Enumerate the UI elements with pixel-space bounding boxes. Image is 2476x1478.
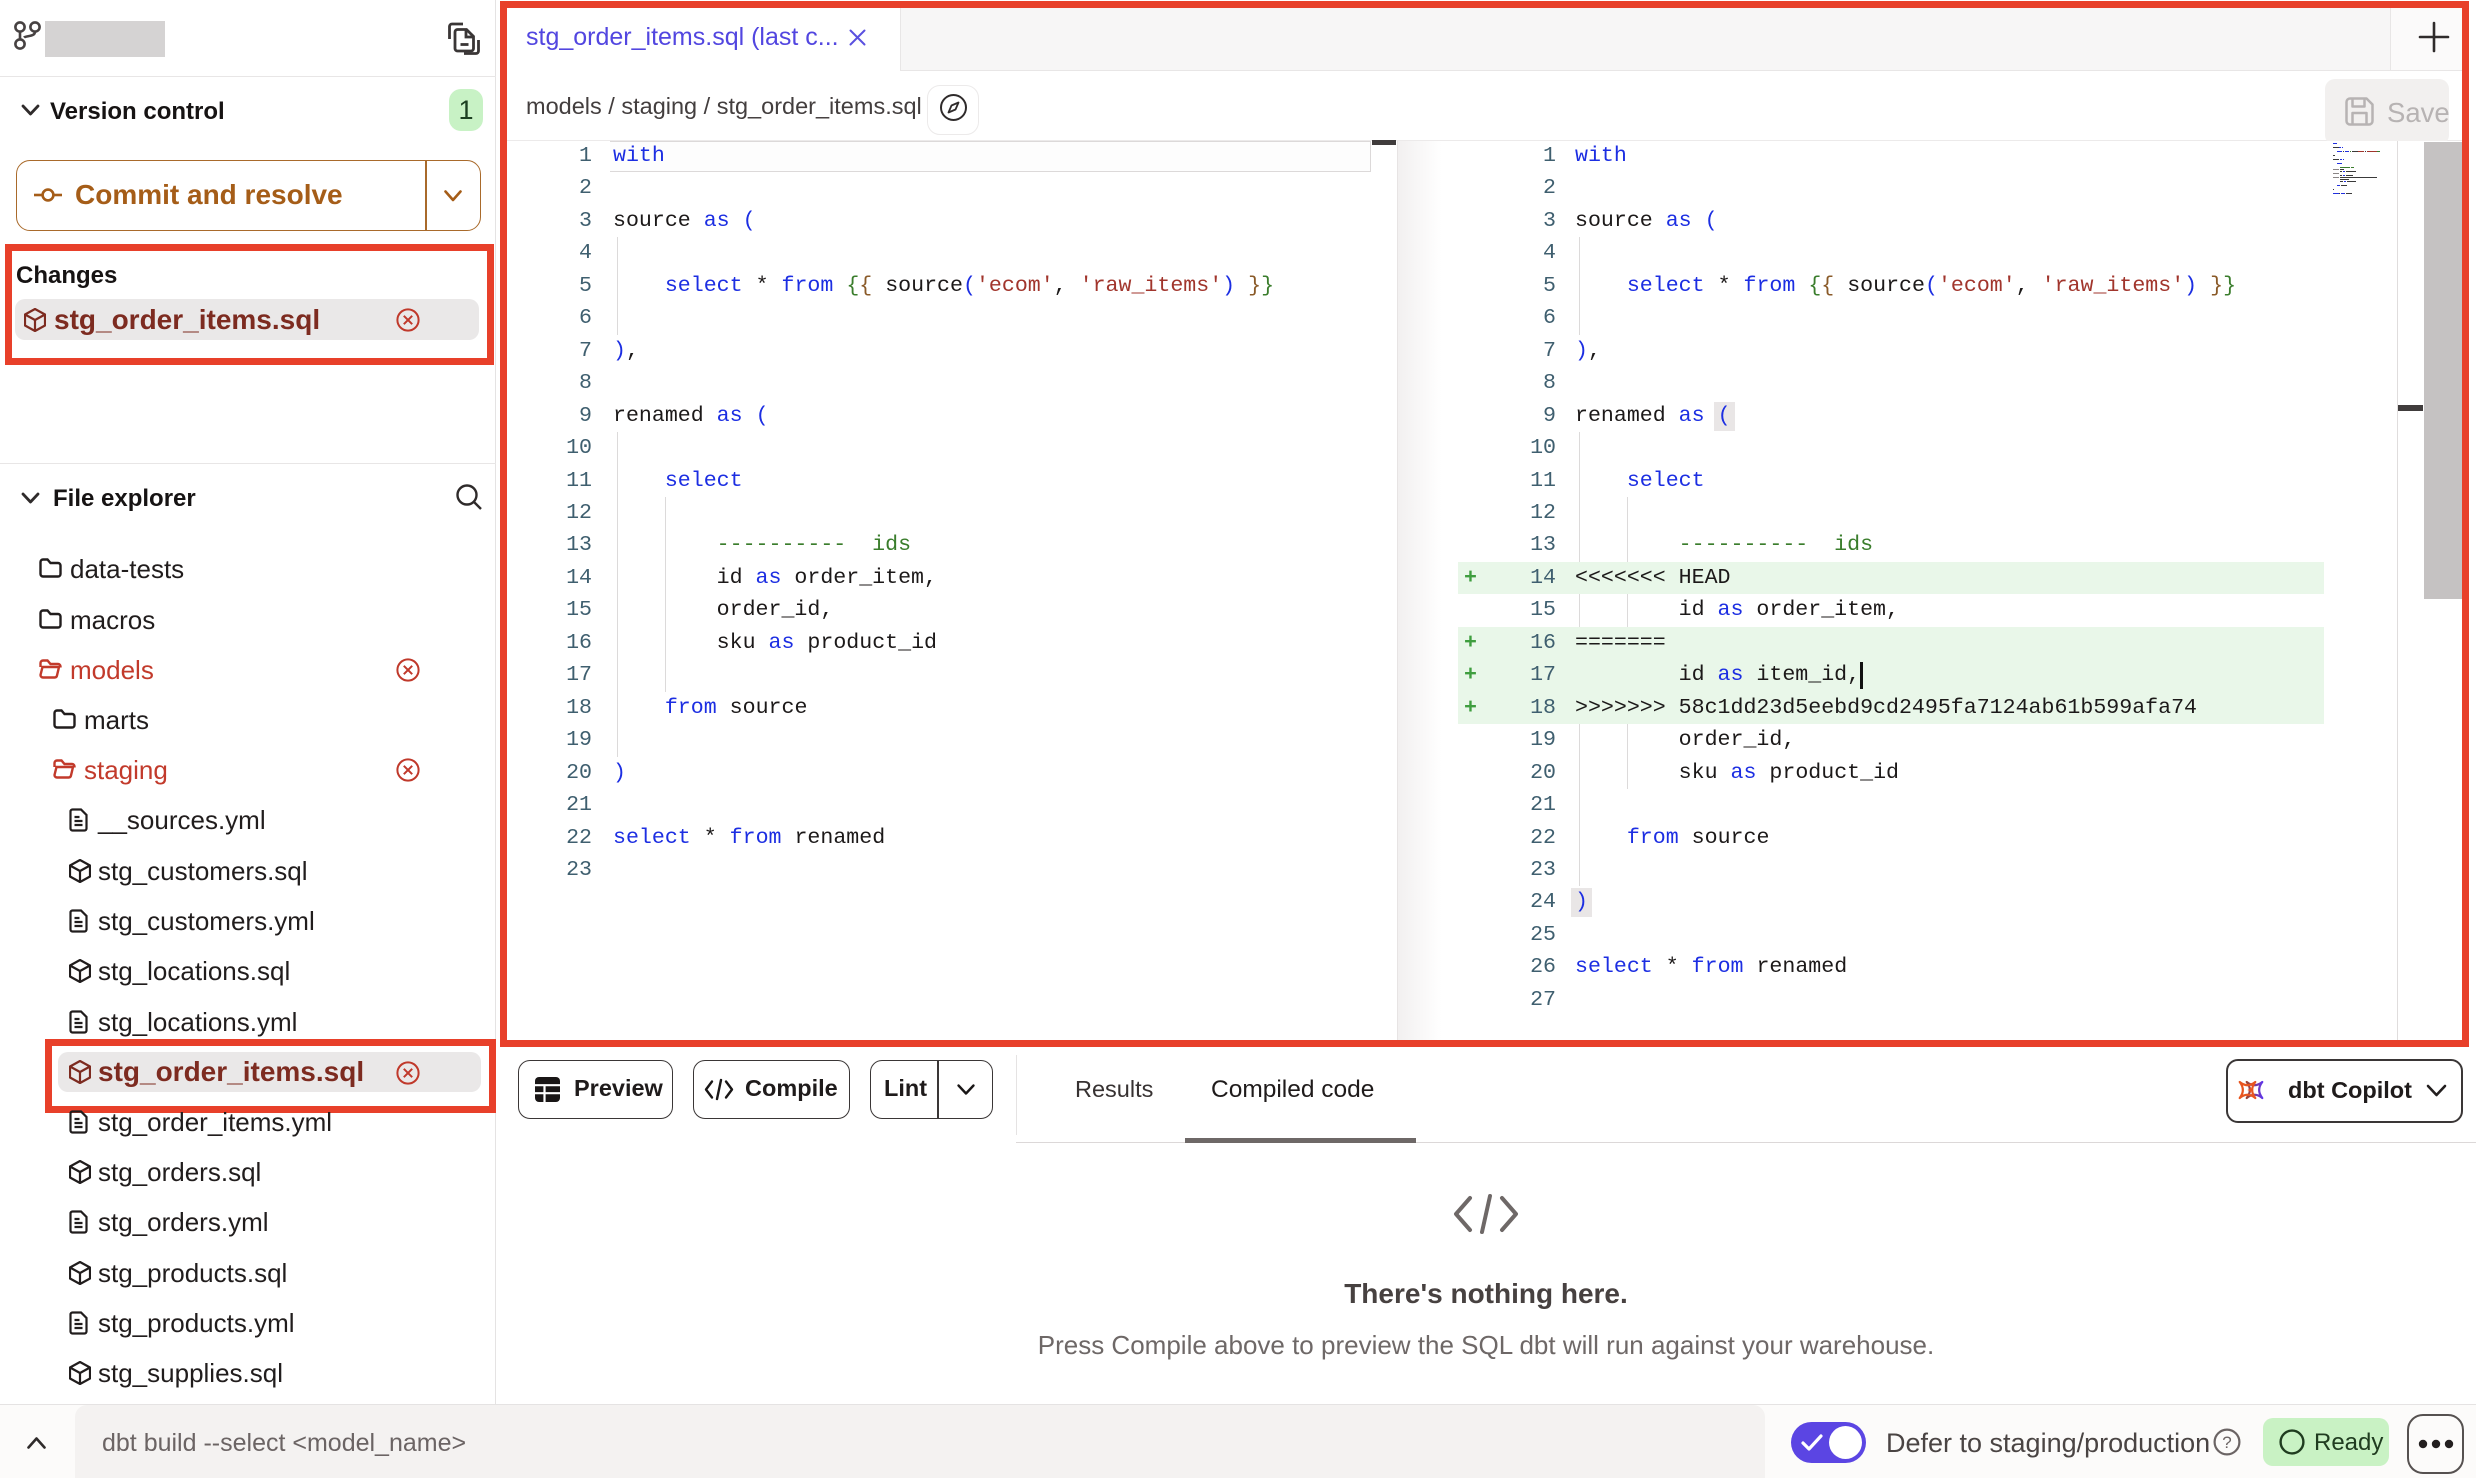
svg-text:?: ? bbox=[2222, 1433, 2231, 1452]
